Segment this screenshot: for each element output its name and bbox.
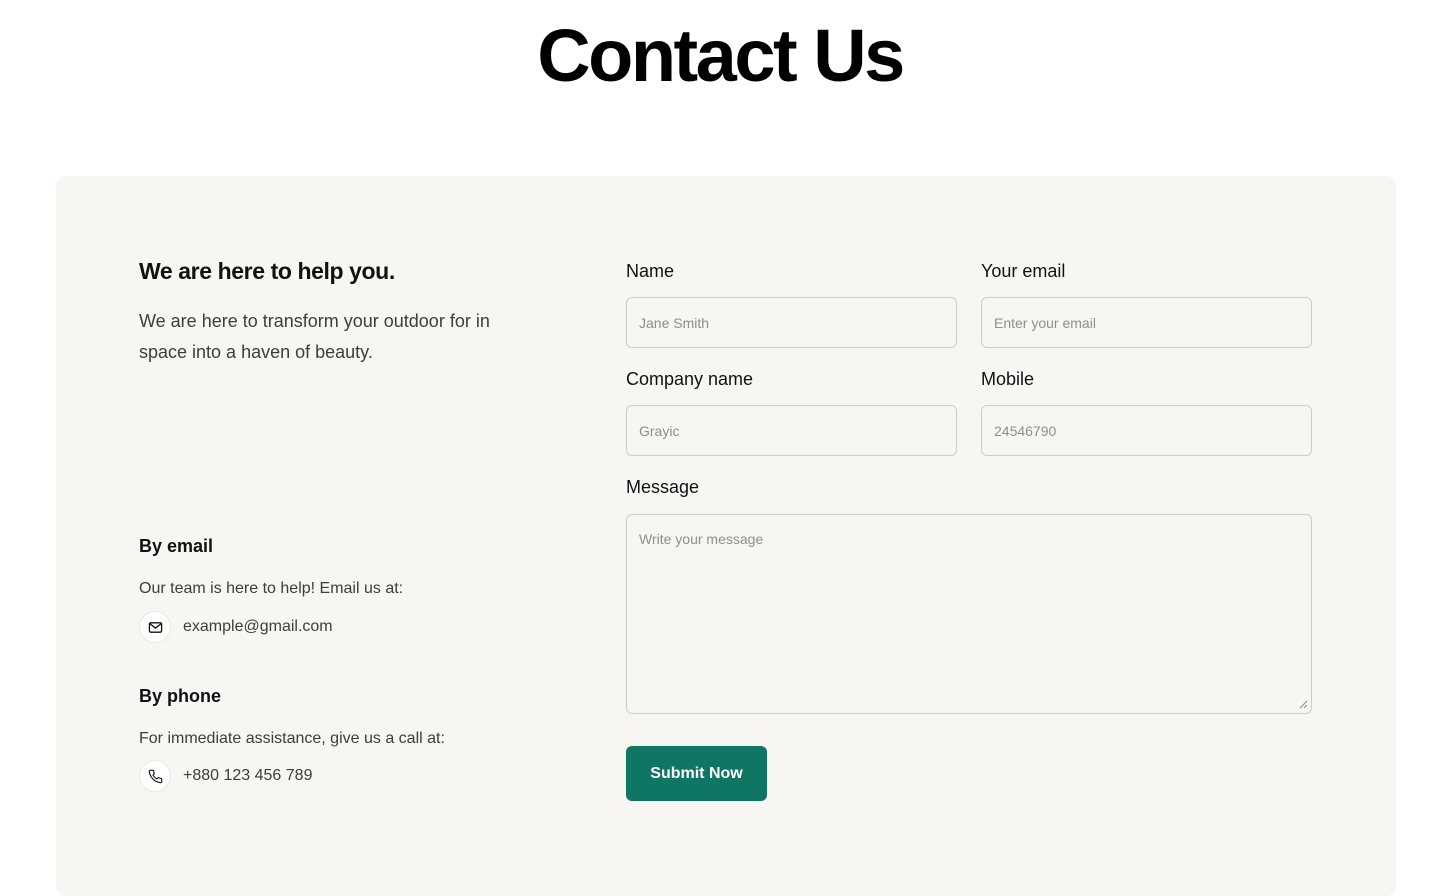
- help-text: We are here to transform your outdoor fo…: [139, 311, 490, 362]
- phone-section-heading: By phone: [139, 686, 222, 706]
- email-section-text: Our team is here to help! Email us at:: [139, 580, 404, 597]
- name-label: Name: [626, 261, 675, 281]
- company-label: Company name: [626, 369, 754, 389]
- mail-icon: [139, 611, 171, 643]
- email-contact-link[interactable]: example@gmail.com: [139, 611, 333, 643]
- mobile-input[interactable]: [981, 405, 1312, 456]
- phone-contact-link[interactable]: +880 123 456 789: [139, 760, 312, 792]
- email-label: Your email: [981, 261, 1066, 281]
- email-input[interactable]: [981, 297, 1312, 348]
- phone-icon: [139, 760, 171, 792]
- mobile-label: Mobile: [981, 369, 1035, 389]
- submit-button[interactable]: Submit Now: [626, 746, 767, 801]
- resize-handle-icon[interactable]: [1298, 699, 1308, 709]
- phone-number: +880 123 456 789: [183, 767, 313, 784]
- phone-section-text: For immediate assistance, give us a call…: [139, 730, 445, 747]
- company-input[interactable]: [626, 405, 957, 456]
- contact-panel: We are here to help you. We are here to …: [56, 176, 1396, 896]
- page-title: Contact Us: [537, 14, 905, 97]
- message-label: Message: [626, 477, 700, 497]
- message-input[interactable]: [626, 514, 1312, 714]
- help-heading: We are here to help you.: [139, 258, 395, 284]
- email-section-heading: By email: [139, 536, 214, 556]
- name-input[interactable]: [626, 297, 957, 348]
- email-address: example@gmail.com: [183, 618, 333, 635]
